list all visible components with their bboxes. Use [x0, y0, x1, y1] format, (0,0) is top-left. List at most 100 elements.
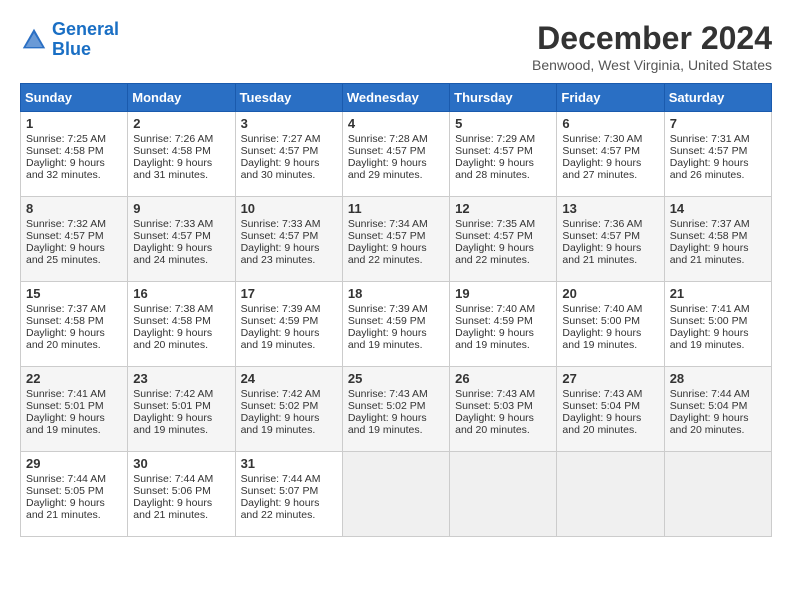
day-number: 24 — [241, 371, 337, 386]
calendar-cell: 14Sunrise: 7:37 AMSunset: 4:58 PMDayligh… — [664, 197, 771, 282]
sunset: Sunset: 4:57 PM — [241, 145, 319, 157]
month-title: December 2024 — [532, 20, 772, 57]
title-block: December 2024 Benwood, West Virginia, Un… — [532, 20, 772, 73]
sunset: Sunset: 4:58 PM — [26, 315, 104, 327]
calendar-cell — [664, 452, 771, 537]
calendar-cell: 11Sunrise: 7:34 AMSunset: 4:57 PMDayligh… — [342, 197, 449, 282]
sunrise: Sunrise: 7:26 AM — [133, 133, 213, 145]
sunrise: Sunrise: 7:40 AM — [455, 303, 535, 315]
day-number: 13 — [562, 201, 658, 216]
daylight-label: Daylight: 9 hours and 22 minutes. — [348, 242, 427, 266]
calendar-cell: 21Sunrise: 7:41 AMSunset: 5:00 PMDayligh… — [664, 282, 771, 367]
day-number: 11 — [348, 201, 444, 216]
daylight-label: Daylight: 9 hours and 19 minutes. — [133, 412, 212, 436]
daylight-label: Daylight: 9 hours and 25 minutes. — [26, 242, 105, 266]
daylight-label: Daylight: 9 hours and 20 minutes. — [455, 412, 534, 436]
sunset: Sunset: 4:58 PM — [26, 145, 104, 157]
sunset: Sunset: 4:57 PM — [348, 230, 426, 242]
day-number: 25 — [348, 371, 444, 386]
sunset: Sunset: 4:57 PM — [26, 230, 104, 242]
day-number: 12 — [455, 201, 551, 216]
daylight-label: Daylight: 9 hours and 28 minutes. — [455, 157, 534, 181]
daylight-label: Daylight: 9 hours and 21 minutes. — [26, 497, 105, 521]
day-number: 17 — [241, 286, 337, 301]
sunset: Sunset: 4:57 PM — [133, 230, 211, 242]
sunset: Sunset: 5:05 PM — [26, 485, 104, 497]
daylight-label: Daylight: 9 hours and 21 minutes. — [670, 242, 749, 266]
sunset: Sunset: 4:57 PM — [455, 145, 533, 157]
sunrise: Sunrise: 7:25 AM — [26, 133, 106, 145]
calendar-cell — [450, 452, 557, 537]
sunset: Sunset: 5:04 PM — [562, 400, 640, 412]
daylight-label: Daylight: 9 hours and 19 minutes. — [348, 327, 427, 351]
sunset: Sunset: 4:59 PM — [241, 315, 319, 327]
sunset: Sunset: 4:57 PM — [455, 230, 533, 242]
sunset: Sunset: 4:58 PM — [670, 230, 748, 242]
day-number: 1 — [26, 116, 122, 131]
day-number: 14 — [670, 201, 766, 216]
daylight-label: Daylight: 9 hours and 20 minutes. — [26, 327, 105, 351]
day-number: 21 — [670, 286, 766, 301]
sunrise: Sunrise: 7:32 AM — [26, 218, 106, 230]
daylight-label: Daylight: 9 hours and 21 minutes. — [133, 497, 212, 521]
sunrise: Sunrise: 7:29 AM — [455, 133, 535, 145]
calendar-cell: 18Sunrise: 7:39 AMSunset: 4:59 PMDayligh… — [342, 282, 449, 367]
calendar-week-row: 15Sunrise: 7:37 AMSunset: 4:58 PMDayligh… — [21, 282, 772, 367]
header-cell-monday: Monday — [128, 84, 235, 112]
daylight-label: Daylight: 9 hours and 22 minutes. — [455, 242, 534, 266]
daylight-label: Daylight: 9 hours and 23 minutes. — [241, 242, 320, 266]
day-number: 28 — [670, 371, 766, 386]
calendar-cell: 30 Sunrise: 7:44 AMSunset: 5:06 PMDayligh… — [128, 452, 235, 537]
header-cell-thursday: Thursday — [450, 84, 557, 112]
calendar-cell: 1Sunrise: 7:25 AMSunset: 4:58 PMDaylight… — [21, 112, 128, 197]
sunrise: Sunrise: 7:42 AM — [241, 388, 321, 400]
sunrise: Sunrise: 7:33 AM — [133, 218, 213, 230]
sunrise: Sunrise: 7:44 AM — [133, 473, 213, 485]
sunrise: Sunrise: 7:40 AM — [562, 303, 642, 315]
day-number: 20 — [562, 286, 658, 301]
daylight-label: Daylight: 9 hours and 20 minutes. — [562, 412, 641, 436]
day-number: 30 — [133, 456, 229, 471]
sunset: Sunset: 5:06 PM — [133, 485, 211, 497]
calendar-cell: 5Sunrise: 7:29 AMSunset: 4:57 PMDaylight… — [450, 112, 557, 197]
day-number: 16 — [133, 286, 229, 301]
daylight-label: Daylight: 9 hours and 20 minutes. — [133, 327, 212, 351]
sunset: Sunset: 4:57 PM — [241, 230, 319, 242]
page-header: General Blue December 2024 Benwood, West… — [20, 20, 772, 73]
sunrise: Sunrise: 7:44 AM — [241, 473, 321, 485]
sunrise: Sunrise: 7:36 AM — [562, 218, 642, 230]
day-number: 7 — [670, 116, 766, 131]
daylight-label: Daylight: 9 hours and 19 minutes. — [348, 412, 427, 436]
daylight-label: Daylight: 9 hours and 22 minutes. — [241, 497, 320, 521]
sunrise: Sunrise: 7:44 AM — [26, 473, 106, 485]
calendar-cell: 6Sunrise: 7:30 AMSunset: 4:57 PMDaylight… — [557, 112, 664, 197]
logo-icon — [20, 26, 48, 54]
calendar-week-row: 1Sunrise: 7:25 AMSunset: 4:58 PMDaylight… — [21, 112, 772, 197]
calendar-cell: 16Sunrise: 7:38 AMSunset: 4:58 PMDayligh… — [128, 282, 235, 367]
daylight-label: Daylight: 9 hours and 31 minutes. — [133, 157, 212, 181]
calendar-week-row: 8Sunrise: 7:32 AMSunset: 4:57 PMDaylight… — [21, 197, 772, 282]
daylight-label: Daylight: 9 hours and 30 minutes. — [241, 157, 320, 181]
day-number: 4 — [348, 116, 444, 131]
day-number: 27 — [562, 371, 658, 386]
sunrise: Sunrise: 7:38 AM — [133, 303, 213, 315]
calendar-cell: 24Sunrise: 7:42 AMSunset: 5:02 PMDayligh… — [235, 367, 342, 452]
calendar-cell: 31Sunrise: 7:44 AMSunset: 5:07 PMDayligh… — [235, 452, 342, 537]
calendar-header-row: SundayMondayTuesdayWednesdayThursdayFrid… — [21, 84, 772, 112]
calendar-cell: 19Sunrise: 7:40 AMSunset: 4:59 PMDayligh… — [450, 282, 557, 367]
header-cell-wednesday: Wednesday — [342, 84, 449, 112]
calendar-cell: 12Sunrise: 7:35 AMSunset: 4:57 PMDayligh… — [450, 197, 557, 282]
day-number: 10 — [241, 201, 337, 216]
calendar-cell: 27 Sunrise: 7:43 AMSunset: 5:04 PMDayligh… — [557, 367, 664, 452]
sunrise: Sunrise: 7:28 AM — [348, 133, 428, 145]
sunrise: Sunrise: 7:33 AM — [241, 218, 321, 230]
calendar-cell: 17Sunrise: 7:39 AMSunset: 4:59 PMDayligh… — [235, 282, 342, 367]
day-number: 3 — [241, 116, 337, 131]
sunrise: Sunrise: 7:43 AM — [562, 388, 642, 400]
sunset: Sunset: 5:01 PM — [26, 400, 104, 412]
sunset: Sunset: 4:58 PM — [133, 145, 211, 157]
day-number: 19 — [455, 286, 551, 301]
location: Benwood, West Virginia, United States — [532, 57, 772, 73]
calendar-week-row: 22Sunrise: 7:41 AMSunset: 5:01 PMDayligh… — [21, 367, 772, 452]
day-number: 18 — [348, 286, 444, 301]
